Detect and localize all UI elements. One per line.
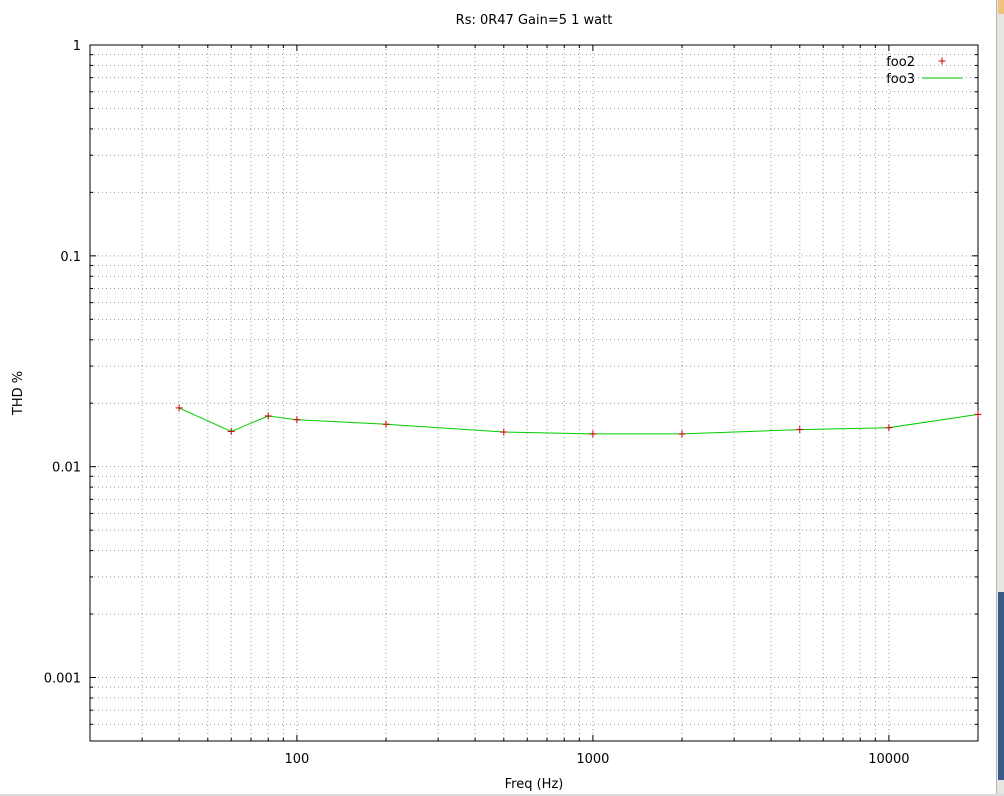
y-tick-label: 0.1 xyxy=(60,250,81,265)
x-tick-label: 1000 xyxy=(576,752,609,767)
y-tick-label: 0.01 xyxy=(52,461,81,476)
chart-title: Rs: 0R47 Gain=5 1 watt xyxy=(456,13,613,28)
y-tick-label: 0.001 xyxy=(44,672,81,687)
y-tick-label: 1 xyxy=(73,39,81,54)
x-axis-label: Freq (Hz) xyxy=(505,777,564,792)
window-edge-strip xyxy=(996,0,1004,796)
y-axis-label: THD % xyxy=(11,371,26,416)
thd-chart: 100 1000 10000 0.001 0.01 0.1 1 Rs: 0R47 Gain=… xyxy=(0,0,1004,796)
window-edge-strip-image xyxy=(998,592,1004,780)
legend-label-foo3: foo3 xyxy=(886,72,915,87)
legend-label-foo2: foo2 xyxy=(886,55,915,70)
x-tick-label: 100 xyxy=(284,752,309,767)
chart-background xyxy=(0,0,1004,796)
window-edge-strip-highlight xyxy=(998,0,1004,14)
x-tick-label: 10000 xyxy=(868,752,909,767)
